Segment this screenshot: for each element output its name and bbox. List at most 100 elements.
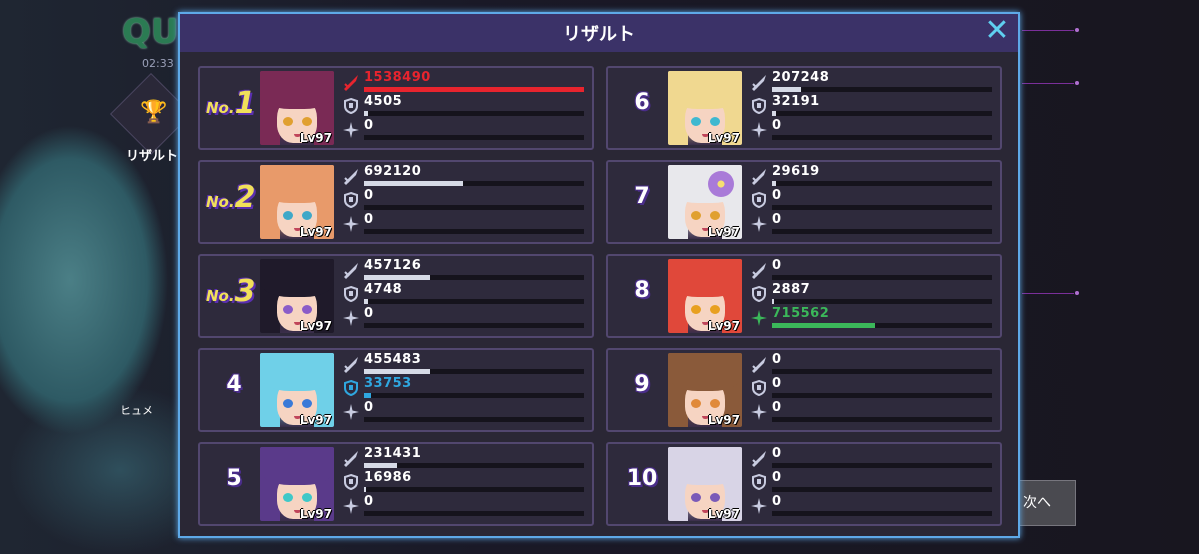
stat-row-heal: 0	[340, 212, 590, 236]
stat-row-heal: 0	[340, 306, 590, 330]
stat-value-heal: 0	[772, 118, 782, 133]
stat-bar-heal	[364, 511, 584, 516]
shield-icon	[750, 379, 768, 397]
sparkle-icon	[750, 215, 768, 233]
eye	[302, 305, 312, 314]
sword-icon	[342, 261, 360, 279]
rank-prefix: No.	[206, 193, 235, 211]
stat-value-guard: 4748	[364, 282, 403, 297]
stat-bar-fill	[364, 111, 369, 116]
stat-bar-heal	[364, 135, 584, 140]
stat-bar-heal	[364, 323, 584, 328]
stat-value-heal: 0	[364, 118, 374, 133]
close-icon[interactable]: ✕	[982, 16, 1012, 46]
stat-row-guard: 4505	[340, 94, 590, 118]
dialog-title: リザルト	[563, 24, 635, 45]
stat-row-heal: 0	[340, 400, 590, 424]
character-portrait: Lv97	[260, 165, 334, 239]
character-portrait: Lv97	[668, 353, 742, 427]
rank-number: 4	[226, 372, 242, 397]
stat-bar-guard	[364, 205, 584, 210]
stat-bar-fill	[364, 487, 367, 492]
deco-dot	[1075, 81, 1079, 85]
stat-bar-guard	[364, 111, 584, 116]
deco-dot	[1075, 291, 1079, 295]
stat-value-damage: 207248	[772, 70, 830, 85]
rank-number: 9	[634, 372, 650, 397]
stat-bar-fill	[364, 87, 584, 92]
hair	[668, 353, 742, 391]
character-card-5[interactable]: 5 Lv97 231431 16986 0	[198, 442, 594, 526]
stat-bar-damage	[364, 181, 584, 186]
shield-icon	[342, 285, 360, 303]
stat-row-guard: 0	[748, 470, 998, 494]
stat-value-heal: 0	[364, 494, 374, 509]
character-portrait: Lv97	[260, 353, 334, 427]
stat-bar-guard	[364, 393, 584, 398]
sword-icon	[342, 449, 360, 467]
rank-number: 10	[626, 466, 658, 491]
shield-icon	[342, 473, 360, 491]
sparkle-icon	[342, 215, 360, 233]
character-card-10[interactable]: 10 Lv97 0 0 0	[606, 442, 1002, 526]
deco-dot	[1075, 28, 1079, 32]
character-portrait: Lv97	[668, 71, 742, 145]
character-card-1[interactable]: No.1 Lv97 1538490 4505 0	[198, 66, 594, 150]
character-card-3[interactable]: No.3 Lv97 457126 4748 0	[198, 254, 594, 338]
eye	[691, 493, 701, 502]
eye	[283, 305, 293, 314]
stat-row-damage: 0	[748, 352, 998, 376]
stat-bar-guard	[772, 487, 992, 492]
stat-bar-fill	[772, 181, 777, 186]
shield-icon	[750, 473, 768, 491]
character-card-4[interactable]: 4 Lv97 455483 33753 0	[198, 348, 594, 432]
character-card-9[interactable]: 9 Lv97 0 0 0	[606, 348, 1002, 432]
sparkle-icon	[342, 309, 360, 327]
shield-icon	[750, 97, 768, 115]
stat-bar-heal	[772, 511, 992, 516]
level-label: Lv97	[299, 225, 332, 239]
dialog-header: リザルト ✕	[180, 14, 1018, 54]
character-card-2[interactable]: No.2 Lv97 692120 0 0	[198, 160, 594, 244]
character-card-6[interactable]: 6 Lv97 207248 32191 0	[606, 66, 1002, 150]
trophy-icon: 🏆	[140, 100, 168, 125]
stat-row-damage: 0	[748, 258, 998, 282]
rank-number: 7	[634, 184, 650, 209]
stat-value-guard: 32191	[772, 94, 820, 109]
stats-panel: 1538490 4505 0	[340, 70, 590, 148]
stat-value-damage: 0	[772, 258, 782, 273]
stat-value-guard: 0	[772, 188, 782, 203]
hair	[668, 447, 742, 485]
rank-slot: No.2	[204, 162, 260, 242]
eye	[691, 399, 701, 408]
sparkle-icon	[750, 403, 768, 421]
stat-bar-heal	[772, 229, 992, 234]
stat-value-heal: 0	[364, 400, 374, 415]
stat-value-guard: 33753	[364, 376, 412, 391]
tag-label: ヒュメ	[120, 404, 153, 417]
stat-bar-fill	[772, 299, 775, 304]
stat-bar-damage	[772, 275, 992, 280]
stat-value-guard: 4505	[364, 94, 403, 109]
eye	[302, 211, 312, 220]
quest-title: QU	[122, 12, 179, 52]
stat-row-heal: 715562	[748, 306, 998, 330]
eye	[283, 493, 293, 502]
eye	[283, 211, 293, 220]
stat-bar-fill	[364, 275, 430, 280]
stat-row-damage: 457126	[340, 258, 590, 282]
stat-bar-guard	[364, 487, 584, 492]
rank-prefix: No.	[206, 287, 235, 305]
stat-value-damage: 0	[772, 446, 782, 461]
rank-slot: 8	[612, 256, 668, 336]
character-card-7[interactable]: 7 Lv97 29619 0 0	[606, 160, 1002, 244]
stat-value-guard: 0	[772, 470, 782, 485]
hair	[668, 71, 742, 109]
sword-icon	[342, 167, 360, 185]
stat-row-guard: 0	[748, 376, 998, 400]
stat-row-damage: 455483	[340, 352, 590, 376]
stat-value-heal: 0	[772, 400, 782, 415]
stat-row-heal: 0	[748, 494, 998, 518]
stat-value-guard: 16986	[364, 470, 412, 485]
character-card-8[interactable]: 8 Lv97 0 2887 715562	[606, 254, 1002, 338]
